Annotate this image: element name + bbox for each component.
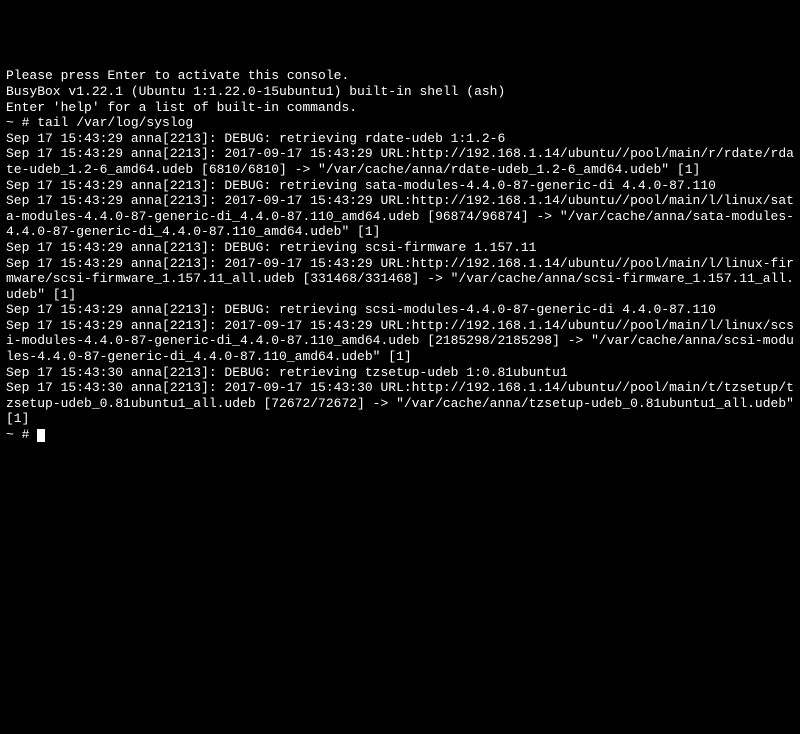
busybox-version: BusyBox v1.22.1 (Ubuntu 1:1.22.0-15ubunt…	[6, 84, 794, 100]
prompt-text: ~ #	[6, 427, 37, 442]
syslog-line: Sep 17 15:43:29 anna[2213]: 2017-09-17 1…	[6, 146, 794, 177]
syslog-line: Sep 17 15:43:29 anna[2213]: DEBUG: retri…	[6, 131, 794, 147]
syslog-line: Sep 17 15:43:30 anna[2213]: DEBUG: retri…	[6, 365, 794, 381]
prompt-line[interactable]: ~ #	[6, 427, 794, 443]
terminal-console[interactable]: Please press Enter to activate this cons…	[6, 68, 794, 656]
syslog-line: Sep 17 15:43:30 anna[2213]: 2017-09-17 1…	[6, 380, 794, 427]
syslog-line: Sep 17 15:43:29 anna[2213]: DEBUG: retri…	[6, 240, 794, 256]
command-line: ~ # tail /var/log/syslog	[6, 115, 794, 131]
syslog-line: Sep 17 15:43:29 anna[2213]: 2017-09-17 1…	[6, 256, 794, 303]
syslog-line: Sep 17 15:43:29 anna[2213]: DEBUG: retri…	[6, 302, 794, 318]
console-message: Please press Enter to activate this cons…	[6, 68, 794, 84]
syslog-line: Sep 17 15:43:29 anna[2213]: 2017-09-17 1…	[6, 318, 794, 365]
syslog-line: Sep 17 15:43:29 anna[2213]: 2017-09-17 1…	[6, 193, 794, 240]
cursor-icon	[37, 429, 45, 442]
syslog-line: Sep 17 15:43:29 anna[2213]: DEBUG: retri…	[6, 178, 794, 194]
help-hint: Enter 'help' for a list of built-in comm…	[6, 100, 794, 116]
